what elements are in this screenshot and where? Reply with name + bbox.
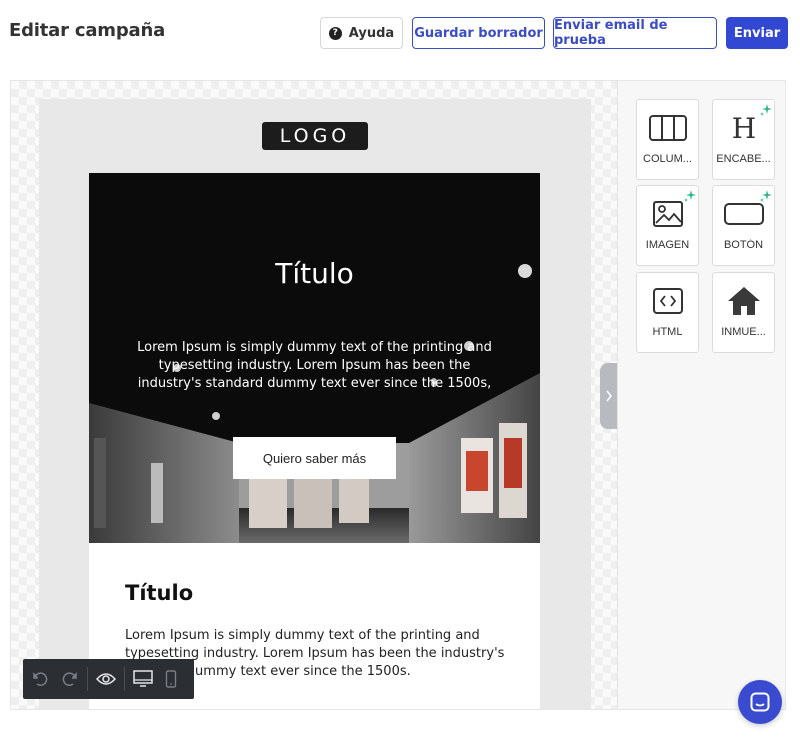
block-label: IMAGEN [645,239,690,251]
block-html[interactable]: HTML [636,272,699,353]
editor-toolbar [23,659,194,699]
hero-cta-button[interactable]: Quiero saber más [233,437,396,479]
columns-icon [637,112,698,144]
editor-workspace: LOGO Título Lorem Ipsum is simply dummy … [10,80,786,710]
hero-text[interactable]: Lorem Ipsum is simply dummy text of the … [127,339,502,393]
help-button[interactable]: ? Ayuda [320,17,403,49]
chat-support-button[interactable] [738,680,782,724]
block-label: COLUM... [643,153,692,165]
help-label: Ayuda [348,25,395,41]
hero-block[interactable]: Título Lorem Ipsum is simply dummy text … [89,173,540,543]
blocks-sidebar: COLUM... H ENCABE... IMAGEN BOTÓN HTML I… [617,81,785,709]
button-icon [713,198,774,230]
send-test-email-button[interactable]: Enviar email de prueba [553,17,717,49]
block-label: BOTÓN [723,239,764,251]
block-image[interactable]: IMAGEN [636,185,699,266]
preview-button[interactable] [92,665,120,693]
email-canvas: LOGO Título Lorem Ipsum is simply dummy … [11,81,618,709]
heading-icon: H [713,112,774,144]
page-title: Editar campaña [9,20,166,41]
undo-button[interactable] [27,665,55,693]
mobile-icon [165,670,177,688]
eye-icon [96,673,116,685]
redo-button[interactable] [55,665,83,693]
block-label: INMUE... [721,326,766,338]
block-label: HTML [652,326,683,338]
email-logo[interactable]: LOGO [262,122,368,150]
block-label: ENCABE... [716,153,771,165]
svg-text:H: H [731,113,755,143]
save-draft-button[interactable]: Guardar borrador [412,17,545,49]
house-icon [713,285,774,317]
desktop-view-button[interactable] [129,665,157,693]
hero-title[interactable]: Título [89,257,540,290]
content-title[interactable]: Título [125,581,193,605]
question-icon: ? [328,26,342,40]
mobile-view-button[interactable] [157,665,185,693]
toolbar-divider [87,667,88,691]
block-button[interactable]: BOTÓN [712,185,775,266]
chat-icon [750,692,770,712]
image-icon [637,198,698,230]
code-icon [637,285,698,317]
chevron-right-icon [606,390,613,402]
desktop-icon [133,670,153,687]
block-property[interactable]: INMUE... [712,272,775,353]
undo-icon [33,672,48,686]
email-preview: LOGO Título Lorem Ipsum is simply dummy … [39,99,591,709]
collapse-sidebar-tab[interactable] [600,363,618,429]
header: Editar campaña ? Ayuda Guardar borrador … [0,0,800,70]
redo-icon [62,672,77,686]
block-heading[interactable]: H ENCABE... [712,99,775,180]
block-columns[interactable]: COLUM... [636,99,699,180]
toolbar-divider [124,667,125,691]
send-button[interactable]: Enviar [726,17,788,49]
